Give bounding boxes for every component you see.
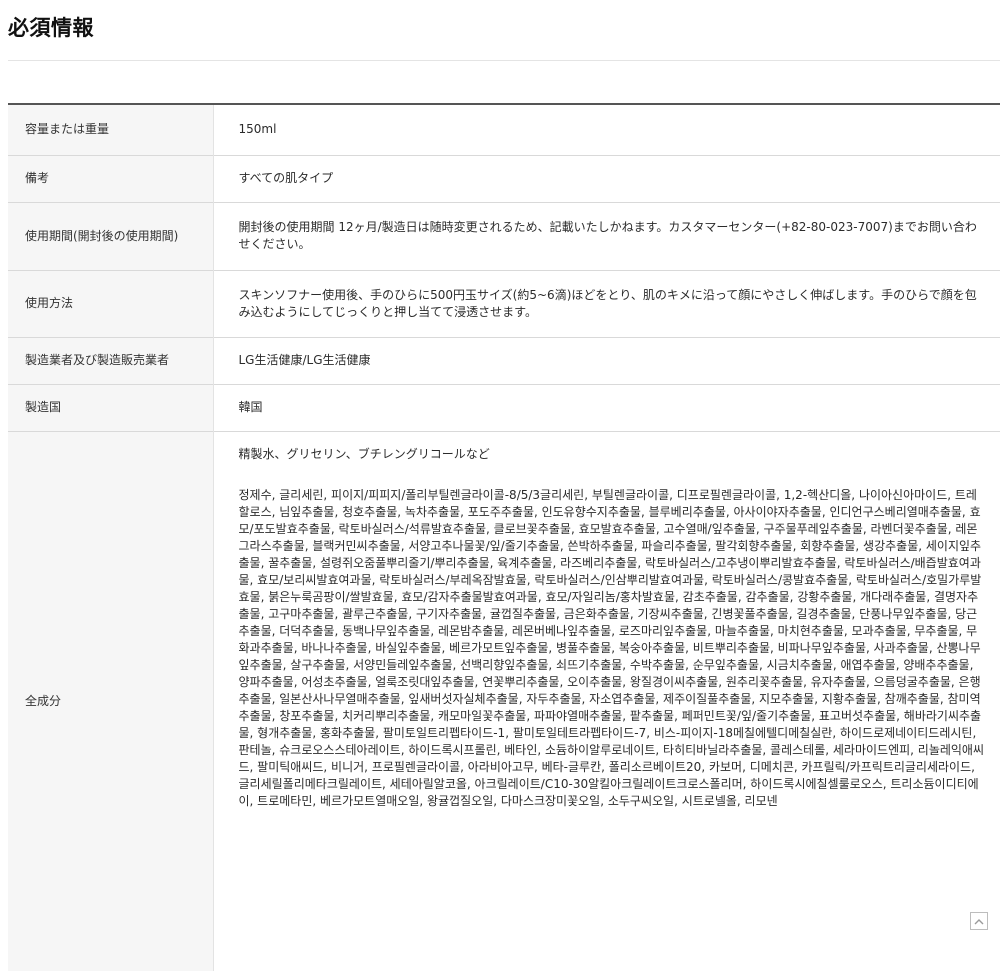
table-row-remarks: 備考 すべての肌タイプ	[8, 155, 1000, 202]
row-label: 使用期間(開封後の使用期間)	[8, 202, 214, 270]
row-label: 容量または重量	[8, 104, 214, 155]
table-row-volume: 容量または重量 150ml	[8, 104, 1000, 155]
row-value: 開封後の使用期間 12ヶ月/製造日は随時変更されるため、記載いたしかねます。カス…	[238, 220, 977, 251]
ingredients-summary: 精製水、グリセリン、ブチレングリコールなど	[238, 446, 490, 461]
table-row-usage-period: 使用期間(開封後の使用期間) 開封後の使用期間 12ヶ月/製造日は随時変更される…	[8, 202, 1000, 270]
ingredients-full-list: 정제수, 글리세린, 피이지/피피지/폴리부틸렌글라이콜-8/5/3글리세린, …	[238, 487, 985, 808]
row-label: 全成分	[8, 431, 214, 971]
title-divider	[8, 60, 1000, 61]
scroll-to-top-button[interactable]	[970, 912, 988, 930]
row-label: 製造業者及び製造販売業者	[8, 337, 214, 384]
row-label: 製造国	[8, 384, 214, 431]
table-row-ingredients: 全成分 精製水、グリセリン、ブチレングリコールなど 정제수, 글리세린, 피이지…	[8, 431, 1000, 971]
row-value: 150ml	[238, 122, 277, 137]
row-value: スキンソフナー使用後、手のひらに500円玉サイズ(約5~6滴)ほどをとり、肌のキ…	[238, 287, 977, 319]
table-row-directions: 使用方法 スキンソフナー使用後、手のひらに500円玉サイズ(約5~6滴)ほどをと…	[8, 270, 1000, 337]
row-value: すべての肌タイプ	[238, 171, 334, 185]
chevron-up-icon	[974, 918, 984, 925]
page-title: 必須情報	[8, 16, 94, 40]
product-info-table: 容量または重量 150ml 備考 すべての肌タイプ 使用期間(開封後の使用期間)…	[8, 103, 1000, 971]
row-value: LG生活健康/LG生活健康	[238, 353, 371, 367]
table-row-country: 製造国 韓国	[8, 384, 1000, 431]
row-value: 韓国	[238, 400, 263, 414]
table-row-manufacturer: 製造業者及び製造販売業者 LG生活健康/LG生活健康	[8, 337, 1000, 384]
row-label: 使用方法	[8, 270, 214, 337]
row-label: 備考	[8, 155, 214, 202]
